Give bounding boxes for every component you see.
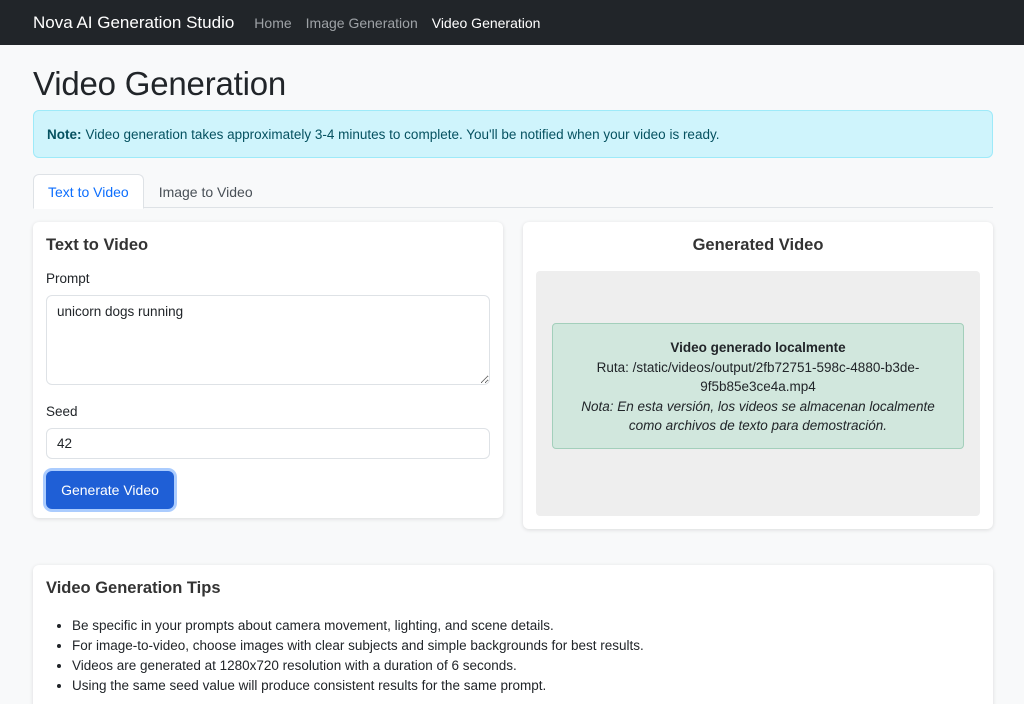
- page-title: Video Generation: [33, 65, 287, 102]
- brand-link[interactable]: Nova AI Generation Studio: [33, 13, 234, 33]
- tips-list: Be specific in your prompts about camera…: [46, 616, 980, 696]
- success-message: Video generado localmente Ruta: /static/…: [552, 323, 964, 449]
- seed-label: Seed: [46, 404, 78, 419]
- tip-item: Using the same seed value will produce c…: [72, 676, 980, 696]
- tab-text-to-video[interactable]: Text to Video: [33, 174, 144, 209]
- tip-item: For image-to-video, choose images with c…: [72, 636, 980, 656]
- seed-input[interactable]: [46, 428, 490, 459]
- video-path-text: Ruta: /static/videos/output/2fb72751-598…: [596, 359, 920, 395]
- mode-tabs: Text to Video Image to Video: [33, 174, 993, 209]
- text-to-video-card: Text to Video Prompt unicorn dogs runnin…: [33, 222, 503, 518]
- prompt-label: Prompt: [46, 271, 90, 286]
- video-preview-area: Video generado localmente Ruta: /static/…: [536, 271, 980, 516]
- tips-title: Video Generation Tips: [46, 579, 221, 597]
- storage-note-text: Nota: En esta versión, los videos se alm…: [581, 398, 935, 434]
- top-navbar: Nova AI Generation Studio Home Image Gen…: [0, 0, 1024, 45]
- tab-image-to-video[interactable]: Image to Video: [144, 174, 268, 209]
- alert-strong-label: Note:: [47, 126, 82, 142]
- tip-item: Be specific in your prompts about camera…: [72, 616, 980, 636]
- tips-card: Video Generation Tips Be specific in you…: [33, 565, 993, 704]
- nav-link-video-generation[interactable]: Video Generation: [432, 15, 541, 31]
- alert-text: Video generation takes approximately 3-4…: [85, 126, 720, 142]
- success-message-title: Video generado localmente: [670, 340, 846, 355]
- nav-link-image-generation[interactable]: Image Generation: [306, 15, 418, 31]
- nav-link-home[interactable]: Home: [254, 15, 291, 31]
- prompt-textarea[interactable]: unicorn dogs running: [46, 295, 490, 385]
- form-title: Text to Video: [46, 236, 149, 254]
- tip-item: Videos are generated at 1280x720 resolut…: [72, 656, 980, 676]
- generated-video-card: Generated Video Video generado localment…: [523, 222, 993, 529]
- result-title: Generated Video: [692, 236, 824, 254]
- generate-video-button[interactable]: Generate Video: [46, 471, 174, 509]
- info-alert: Note: Video generation takes approximate…: [33, 110, 993, 158]
